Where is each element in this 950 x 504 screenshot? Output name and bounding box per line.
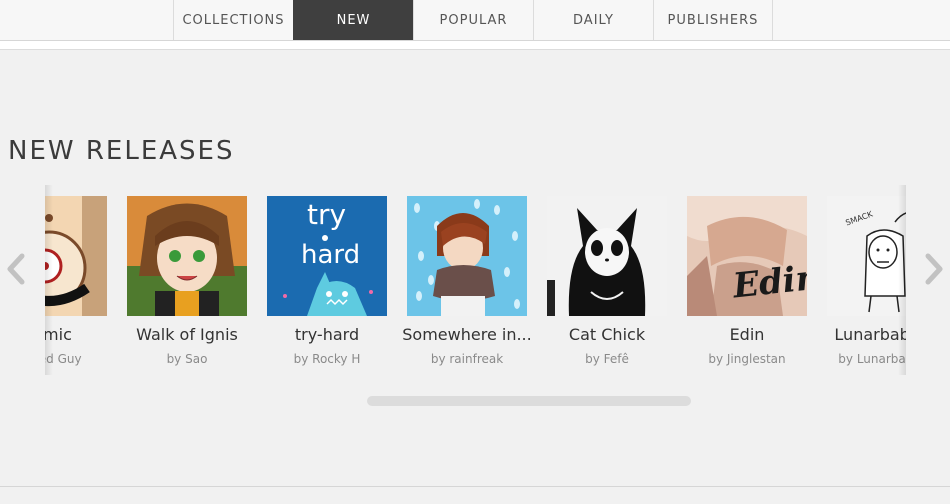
card-author: by rainfreak bbox=[430, 352, 504, 366]
carousel-scrollbar[interactable] bbox=[367, 396, 691, 406]
top-nav-bar: COLLECTIONS NEW POPULAR DAILY PUBLISHERS bbox=[0, 0, 950, 41]
nav-divider bbox=[0, 41, 950, 50]
chevron-right-icon[interactable] bbox=[922, 252, 946, 286]
card-title: Somewhere in... bbox=[402, 325, 532, 344]
tab-daily[interactable]: DAILY bbox=[533, 0, 653, 40]
lunarbaboon-cover: SMACK bbox=[827, 196, 906, 316]
tab-collections[interactable]: COLLECTIONS bbox=[173, 0, 293, 40]
try-hard-card[interactable]: try hard try-hard by Rocky H bbox=[257, 196, 397, 375]
card-author: by Lunarbaboon bbox=[838, 352, 906, 366]
edin-cover: Edin bbox=[687, 196, 807, 316]
comic-cover bbox=[45, 196, 107, 316]
card-title: try-hard bbox=[294, 325, 360, 344]
tab-popular[interactable]: POPULAR bbox=[413, 0, 533, 40]
cover-text-edin: Edin bbox=[731, 257, 807, 307]
carousel: Comic by Red Guy Walk of Ignis bbox=[45, 185, 906, 375]
walk-of-ignis-card[interactable]: Walk of Ignis by Sao bbox=[117, 196, 257, 375]
cover-text-try: try bbox=[307, 198, 347, 231]
card-author: by Fefê bbox=[585, 352, 629, 366]
somewhere-card[interactable]: Somewhere in... by rainfreak bbox=[397, 196, 537, 375]
cover-text-hard: hard bbox=[301, 240, 361, 270]
card-author: by Red Guy bbox=[45, 352, 82, 366]
somewhere-cover bbox=[407, 196, 527, 316]
comic-card[interactable]: Comic by Red Guy bbox=[45, 196, 117, 375]
card-title: Walk of Ignis bbox=[136, 325, 238, 344]
card-title: Lunarbaboon bbox=[834, 325, 906, 344]
card-title: Comic bbox=[45, 325, 72, 344]
tab-new[interactable]: NEW bbox=[293, 0, 413, 40]
card-author: by Sao bbox=[166, 352, 208, 366]
card-title: Edin bbox=[729, 325, 765, 344]
edin-card[interactable]: Edin Edin by Jinglestan bbox=[677, 196, 817, 375]
card-author: by Jinglestan bbox=[708, 352, 786, 366]
cat-chick-card[interactable]: Cat Chick by Fefê bbox=[537, 196, 677, 375]
lunarbaboon-card[interactable]: SMACK Lunarbaboon by Lunarbaboon bbox=[817, 196, 906, 375]
footer-divider bbox=[0, 486, 950, 487]
try-hard-cover: try hard bbox=[267, 196, 387, 316]
section-title: NEW RELEASES bbox=[8, 136, 235, 166]
walk-of-ignis-cover bbox=[127, 196, 247, 316]
card-title: Cat Chick bbox=[568, 325, 646, 344]
cat-chick-cover bbox=[547, 196, 667, 316]
tab-publishers[interactable]: PUBLISHERS bbox=[653, 0, 773, 40]
card-author: by Rocky H bbox=[293, 352, 361, 366]
chevron-left-icon[interactable] bbox=[4, 252, 28, 286]
nav-tabs: COLLECTIONS NEW POPULAR DAILY PUBLISHERS bbox=[173, 0, 773, 40]
